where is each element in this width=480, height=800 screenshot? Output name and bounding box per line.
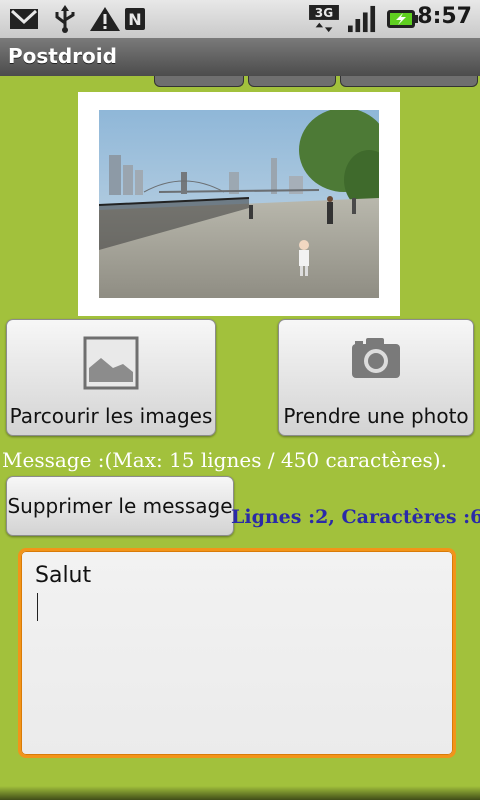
3g-icon: 3G [309,5,339,33]
message-counter: Lignes :2, Caractères :6 [231,506,480,528]
take-photo-label: Prendre une photo [283,404,469,428]
bottom-shadow [0,786,480,800]
tab-stub [248,76,336,87]
status-bar: N 3G 8:57 [0,0,480,39]
clear-message-label: Supprimer le message [7,494,233,518]
message-limit-info: Message :(Max: 15 lignes / 450 caractère… [2,448,447,472]
svg-text:N: N [128,10,141,29]
clear-message-button[interactable]: Supprimer le message [6,476,234,536]
n-icon: N [125,8,145,30]
take-photo-button[interactable]: Prendre une photo [278,319,474,436]
preview-image [99,110,379,298]
app-title: Postdroid [8,44,117,68]
tab-stub [340,76,478,87]
photo-preview [78,92,400,316]
camera-icon [352,338,400,378]
svg-text:3G: 3G [315,6,333,20]
gmail-icon [10,9,38,29]
signal-icon [348,5,376,33]
usb-icon [55,5,75,33]
message-textarea[interactable]: Salut [18,548,456,758]
warning-icon [90,7,120,31]
text-caret [37,593,38,621]
tab-stub [154,76,244,87]
clock: 8:57 [417,4,472,29]
message-text: Salut [35,563,92,588]
browse-images-button[interactable]: Parcourir les images [6,319,216,436]
battery-charging-icon [387,10,418,28]
browse-images-label: Parcourir les images [9,404,213,428]
image-icon [83,336,139,390]
app-title-bar: Postdroid [0,38,480,76]
